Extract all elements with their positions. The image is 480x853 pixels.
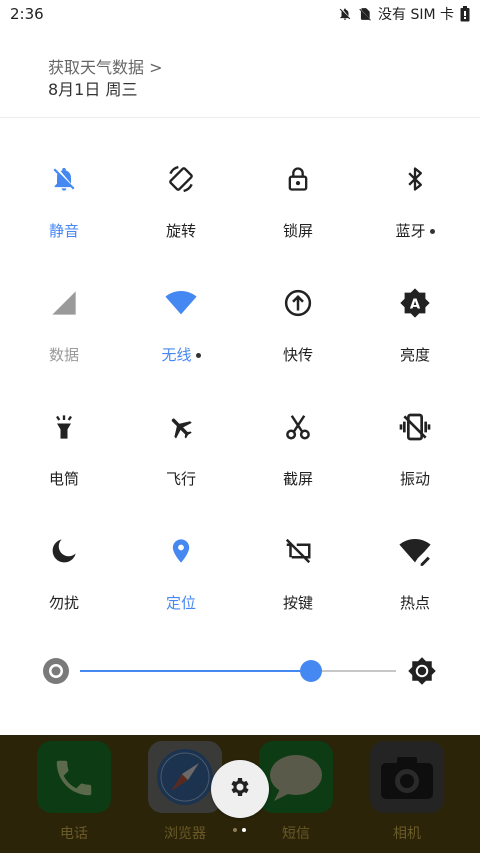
airplane-icon bbox=[164, 410, 198, 444]
brightness-fill bbox=[80, 670, 311, 672]
tile-rotate[interactable]: 旋转 bbox=[123, 118, 239, 240]
tile-label: 锁屏 bbox=[282, 222, 313, 240]
tile-label: 亮度 bbox=[399, 346, 430, 364]
message-icon bbox=[268, 753, 324, 807]
weather-link[interactable]: 获取天气数据 > bbox=[48, 54, 163, 78]
carrier-text: 没有 SIM 卡 bbox=[378, 7, 454, 23]
tile-location[interactable]: 定位 bbox=[123, 490, 239, 612]
notifications-off-icon bbox=[338, 7, 352, 21]
tile-keys[interactable]: 按键 bbox=[240, 490, 356, 612]
battery-icon bbox=[460, 6, 470, 22]
tile-wifi[interactable]: 无线 bbox=[123, 242, 239, 364]
brightness-low-icon bbox=[42, 657, 70, 689]
tile-label: 按键 bbox=[282, 594, 313, 612]
tile-vibrate[interactable]: 振动 bbox=[357, 366, 473, 488]
keys-off-icon bbox=[281, 534, 315, 568]
dock-label: 浏览器 bbox=[164, 826, 206, 842]
more-indicator bbox=[195, 353, 201, 358]
more-indicator bbox=[429, 229, 435, 234]
moon-icon bbox=[47, 534, 81, 568]
page-indicator bbox=[233, 828, 246, 832]
dock-app-phone[interactable] bbox=[37, 741, 111, 813]
tile-do-not-disturb[interactable]: 勿扰 bbox=[6, 490, 122, 612]
brightness-high-icon bbox=[407, 656, 437, 690]
compass-icon bbox=[155, 747, 215, 811]
cellular-signal-icon bbox=[47, 286, 81, 320]
status-bar: 2:36 没有 SIM 卡 bbox=[0, 0, 480, 28]
tile-label: 热点 bbox=[399, 594, 430, 612]
svg-text:A: A bbox=[410, 297, 421, 312]
gear-icon bbox=[228, 775, 252, 803]
bluetooth-icon bbox=[398, 162, 432, 196]
tile-flashlight[interactable]: 电筒 bbox=[6, 366, 122, 488]
tile-quick-transfer[interactable]: 快传 bbox=[240, 242, 356, 364]
dock-label: 相机 bbox=[393, 826, 421, 842]
camera-icon bbox=[379, 753, 435, 805]
tile-label: 无线 bbox=[123, 344, 239, 365]
dock-label: 电话 bbox=[60, 826, 88, 842]
no-sim-icon bbox=[358, 7, 372, 21]
dock-app-browser[interactable] bbox=[148, 741, 222, 813]
tile-hotspot[interactable]: 热点 bbox=[357, 490, 473, 612]
tile-brightness[interactable]: A 亮度 bbox=[357, 242, 473, 364]
tile-label: 勿扰 bbox=[48, 594, 79, 612]
lock-icon bbox=[281, 162, 315, 196]
tile-label: 电筒 bbox=[48, 470, 79, 488]
upload-icon bbox=[281, 286, 315, 320]
dock-label: 短信 bbox=[282, 826, 310, 842]
dock-app-camera[interactable] bbox=[370, 741, 444, 813]
tile-airplane[interactable]: 飞行 bbox=[123, 366, 239, 488]
auto-brightness-icon: A bbox=[398, 286, 432, 320]
page-dot-active bbox=[242, 828, 246, 832]
tile-label: 定位 bbox=[165, 594, 196, 612]
phone-icon bbox=[51, 755, 97, 805]
brightness-track[interactable] bbox=[80, 670, 396, 672]
bell-off-icon bbox=[47, 162, 81, 196]
settings-button[interactable] bbox=[211, 760, 269, 818]
vibrate-icon bbox=[398, 410, 432, 444]
quick-settings-header: 获取天气数据 > 8月1日 周三 bbox=[0, 28, 480, 118]
brightness-slider[interactable] bbox=[0, 650, 480, 694]
tile-label: 飞行 bbox=[165, 470, 196, 488]
tile-label: 截屏 bbox=[282, 470, 313, 488]
flashlight-icon bbox=[47, 410, 81, 444]
tile-label: 蓝牙 bbox=[357, 220, 473, 241]
location-pin-icon bbox=[164, 534, 198, 568]
tile-label: 振动 bbox=[399, 470, 430, 488]
scissors-icon bbox=[281, 410, 315, 444]
brightness-thumb[interactable] bbox=[299, 660, 322, 682]
tile-label: 静音 bbox=[48, 222, 79, 240]
status-time: 2:36 bbox=[10, 5, 44, 23]
dock-app-messages[interactable] bbox=[259, 741, 333, 813]
tile-mobile-data[interactable]: 数据 bbox=[6, 242, 122, 364]
rotate-icon bbox=[164, 162, 198, 196]
tile-label: 数据 bbox=[48, 346, 79, 364]
tile-label: 快传 bbox=[282, 346, 313, 364]
tile-screenshot[interactable]: 截屏 bbox=[240, 366, 356, 488]
hotspot-icon bbox=[398, 534, 432, 568]
tile-label: 旋转 bbox=[165, 222, 196, 240]
page-dot bbox=[233, 828, 237, 832]
wifi-icon bbox=[164, 286, 198, 320]
date-label: 8月1日 周三 bbox=[48, 80, 138, 99]
tile-lock-screen[interactable]: 锁屏 bbox=[240, 118, 356, 240]
tile-mute[interactable]: 静音 bbox=[6, 118, 122, 240]
tile-bluetooth[interactable]: 蓝牙 bbox=[357, 118, 473, 240]
